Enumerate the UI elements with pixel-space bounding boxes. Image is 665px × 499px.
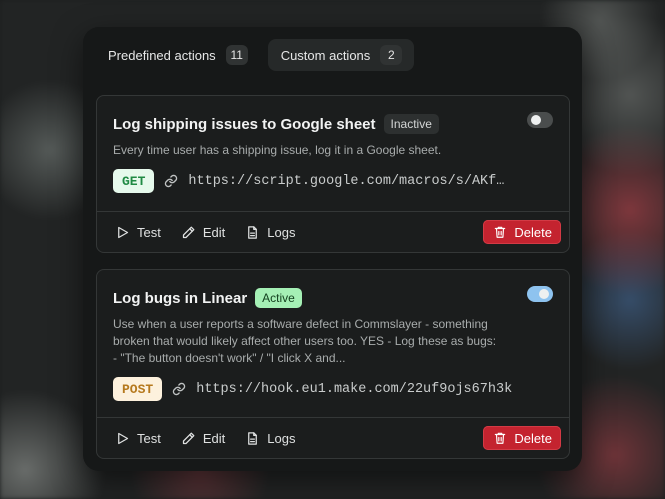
card-actions: Test Edit Logs Delete	[115, 418, 561, 458]
webhook-url: https://script.google.com/macros/s/AKfyc…	[188, 173, 511, 189]
link-icon	[172, 382, 186, 396]
link-icon	[164, 174, 178, 188]
tab-count-badge: 2	[380, 45, 403, 65]
logs-button[interactable]: Logs	[245, 225, 295, 240]
enable-toggle[interactable]	[527, 286, 553, 302]
logs-label: Logs	[267, 224, 296, 240]
webhook-url: https://hook.eu1.make.com/22uf9ojs67h3k	[196, 381, 513, 397]
test-button[interactable]: Test	[115, 431, 161, 446]
trash-icon	[495, 432, 506, 444]
action-card: Log bugs in Linear Active Use when a use…	[96, 269, 570, 459]
status-badge: Inactive	[383, 114, 439, 134]
test-button[interactable]: Test	[115, 225, 161, 240]
toggle-knob	[539, 289, 549, 299]
action-card: Log shipping issues to Google sheet Inac…	[96, 95, 570, 253]
test-label: Test	[137, 224, 161, 240]
tab-label: Custom actions	[280, 47, 371, 63]
document-icon	[248, 225, 258, 239]
edit-button[interactable]: Edit	[181, 225, 225, 240]
action-description: Every time user has a shipping issue, lo…	[113, 143, 442, 157]
custom-actions-panel: Predefined actions 11 Custom actions 2 L…	[83, 27, 582, 471]
http-method-badge: GET	[113, 169, 155, 193]
toggle-knob	[531, 115, 541, 125]
http-method-badge: POST	[113, 377, 163, 401]
edit-label: Edit	[202, 430, 226, 446]
trash-icon	[495, 226, 506, 238]
action-description: Use when a user reports a software defec…	[113, 317, 497, 365]
tab-custom-actions[interactable]: Custom actions 2	[267, 39, 415, 71]
pencil-icon	[182, 432, 195, 444]
logs-label: Logs	[267, 430, 296, 446]
status-badge: Active	[255, 288, 302, 308]
tab-count-badge: 11	[225, 45, 248, 65]
action-title: Log shipping issues to Google sheet	[113, 115, 376, 133]
play-icon	[118, 226, 129, 238]
pencil-icon	[182, 226, 195, 238]
play-icon	[118, 432, 129, 444]
delete-label: Delete	[514, 430, 552, 446]
tab-label: Predefined actions	[108, 47, 216, 63]
test-label: Test	[137, 430, 161, 446]
action-title: Log bugs in Linear	[113, 289, 248, 307]
enable-toggle[interactable]	[527, 112, 553, 128]
delete-button[interactable]: Delete	[483, 220, 561, 244]
delete-button[interactable]: Delete	[483, 426, 561, 450]
logs-button[interactable]: Logs	[245, 431, 295, 446]
edit-button[interactable]: Edit	[181, 431, 225, 446]
document-icon	[248, 431, 258, 445]
card-actions: Test Edit Logs Delete	[115, 212, 561, 252]
tab-predefined-actions[interactable]: Predefined actions 11	[95, 39, 260, 71]
delete-label: Delete	[514, 224, 552, 240]
edit-label: Edit	[202, 224, 226, 240]
action-tabs: Predefined actions 11 Custom actions 2	[95, 39, 415, 71]
